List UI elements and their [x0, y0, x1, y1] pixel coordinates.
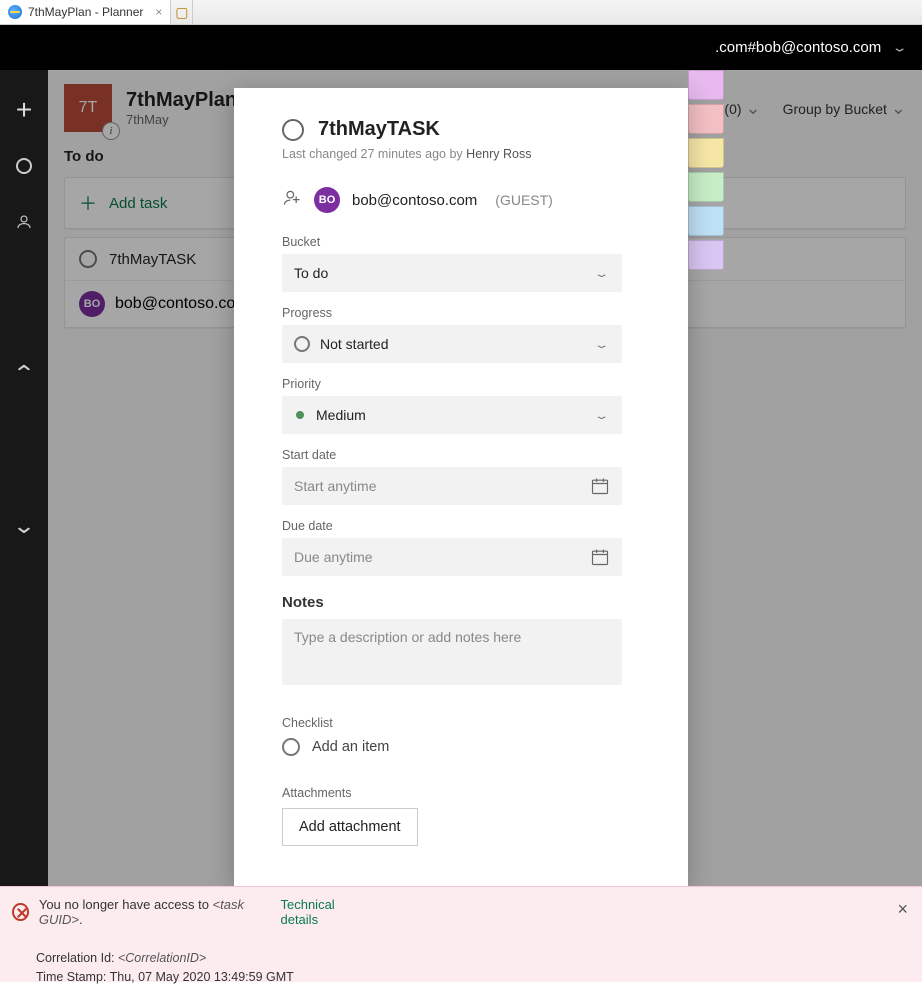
app-body: + ⌃ ⌄ 7T i 7thMayPlan 7thMay To do ＋ Add… — [0, 70, 922, 886]
label-swatch[interactable] — [688, 240, 724, 270]
progress-select[interactable]: Not started ⌄ — [282, 325, 622, 363]
suite-header: .com#bob@contoso.com ⌄ — [0, 25, 922, 70]
due-date-field: Due date — [282, 519, 640, 576]
info-icon[interactable]: i — [102, 122, 120, 140]
priority-dot-icon — [296, 411, 304, 419]
avatar: BO — [79, 291, 105, 317]
bucket-select[interactable]: To do ⌄ — [282, 254, 622, 292]
not-started-icon — [294, 336, 310, 352]
assignee-email: bob@contoso.com — [352, 192, 477, 209]
due-date-input-wrap — [282, 538, 622, 576]
assign-icon — [282, 188, 302, 213]
browser-tab[interactable]: 7thMayPlan - Planner × — [0, 0, 171, 24]
last-changed-text: Last changed 27 minutes ago by Henry Ros… — [282, 147, 640, 161]
dialog-title[interactable]: 7thMayTASK — [318, 118, 440, 141]
assign-row[interactable]: BO bob@contoso.com (GUEST) — [282, 187, 640, 213]
plan-tile-text: 7T — [79, 99, 98, 117]
add-attachment-button[interactable]: Add attachment — [282, 808, 418, 846]
notes-label: Notes — [282, 594, 640, 611]
complete-toggle-icon[interactable] — [79, 250, 97, 268]
priority-label: Priority — [282, 377, 640, 391]
checkbox-icon — [282, 738, 300, 756]
hub-icon[interactable] — [14, 156, 34, 176]
tab-title: 7thMayPlan - Planner — [28, 5, 143, 19]
collapse-up-icon[interactable]: ⌃ — [11, 364, 37, 384]
assignee-email: bob@contoso.com — [115, 295, 249, 313]
bucket-value: To do — [294, 265, 328, 281]
start-date-field: Start date — [282, 448, 640, 505]
priority-value: Medium — [316, 407, 366, 423]
new-plan-button[interactable]: + — [14, 100, 34, 120]
new-tab-button[interactable]: ▢ — [171, 0, 193, 24]
checklist-add-label: Add an item — [312, 739, 389, 755]
dialog-title-row: 7thMayTASK — [282, 118, 640, 141]
group-by-button[interactable]: Group by Bucket⌄ — [783, 98, 906, 119]
label-swatch[interactable] — [688, 172, 724, 202]
error-icon — [12, 903, 29, 921]
plan-tile[interactable]: 7T i — [64, 84, 112, 132]
label-swatches — [688, 70, 724, 274]
priority-select[interactable]: Medium ⌄ — [282, 396, 622, 434]
calendar-icon[interactable] — [590, 476, 610, 496]
bucket-label: Bucket — [282, 235, 640, 249]
plan-title: 7thMayPlan — [126, 89, 237, 112]
calendar-icon[interactable] — [590, 547, 610, 567]
start-date-input-wrap — [282, 467, 622, 505]
left-rail: + ⌃ ⌄ — [0, 70, 48, 886]
label-swatch[interactable] — [688, 138, 724, 168]
task-dialog: ⌃ 7thMayTASK Last changed 27 minutes ago… — [234, 88, 688, 886]
technical-details-link[interactable]: Technical details — [280, 897, 368, 927]
label-swatch[interactable] — [688, 206, 724, 236]
plus-icon: ＋ — [79, 190, 97, 216]
close-icon[interactable]: × — [897, 899, 908, 920]
board-controls: ilter (0)⌄ Group by Bucket⌄ — [698, 98, 906, 119]
checklist-label: Checklist — [282, 716, 640, 730]
progress-label: Progress — [282, 306, 640, 320]
label-swatch[interactable] — [688, 70, 724, 100]
notes-textarea[interactable] — [282, 619, 622, 685]
expand-down-icon[interactable]: ⌄ — [11, 516, 37, 536]
bucket-field: Bucket To do ⌄ — [282, 235, 640, 292]
progress-field: Progress Not started ⌄ — [282, 306, 640, 363]
ie-icon — [8, 5, 22, 19]
add-task-label: Add task — [109, 195, 167, 212]
plan-subtitle: 7thMay — [126, 112, 237, 127]
account-label[interactable]: .com#bob@contoso.com — [715, 39, 881, 56]
attachments-label: Attachments — [282, 786, 640, 800]
chevron-down-icon[interactable]: ⌄ — [891, 40, 908, 55]
due-date-label: Due date — [282, 519, 640, 533]
task-title: 7thMayTASK — [109, 251, 196, 268]
progress-value: Not started — [320, 336, 388, 352]
assigned-to-me-icon[interactable] — [14, 212, 34, 232]
browser-tab-bar: 7thMayPlan - Planner × ▢ — [0, 0, 922, 25]
chevron-down-icon: ⌄ — [593, 267, 610, 280]
start-date-input[interactable] — [294, 478, 590, 494]
due-date-input[interactable] — [294, 549, 590, 565]
priority-field: Priority Medium ⌄ — [282, 377, 640, 434]
guest-badge: (GUEST) — [495, 192, 553, 208]
chevron-down-icon: ⌄ — [593, 409, 610, 422]
avatar: BO — [314, 187, 340, 213]
complete-toggle-icon[interactable] — [282, 119, 304, 141]
error-tech-block: Correlation Id: <CorrelationID> Time Sta… — [36, 949, 908, 987]
label-swatch[interactable] — [688, 104, 724, 134]
chevron-down-icon: ⌄ — [593, 338, 610, 351]
close-icon[interactable]: × — [155, 5, 162, 19]
checklist-add-item[interactable]: Add an item — [282, 738, 640, 756]
error-bar: You no longer have access to <task GUID>… — [0, 886, 922, 982]
error-message: You no longer have access to <task GUID>… — [39, 897, 271, 927]
start-date-label: Start date — [282, 448, 640, 462]
